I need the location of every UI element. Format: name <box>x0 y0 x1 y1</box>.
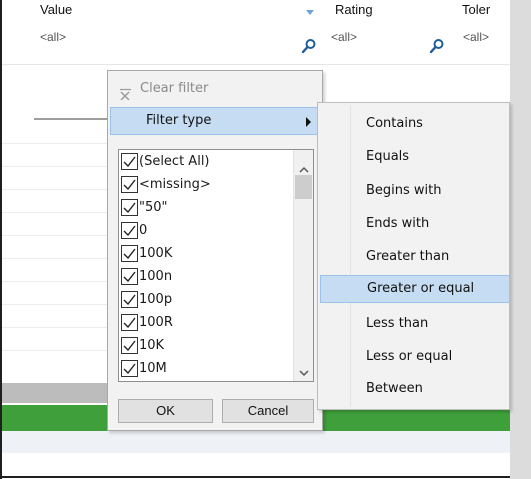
checkbox[interactable] <box>121 176 138 193</box>
checkbox[interactable] <box>121 268 138 285</box>
scrollbar-thumb[interactable] <box>295 175 312 199</box>
menu-item-equals[interactable]: Equals <box>320 143 510 171</box>
column-header-tolerance[interactable]: Toler <box>462 2 490 17</box>
menu-item-greater-than[interactable]: Greater than <box>320 243 510 271</box>
tolerance-filter-input[interactable]: <all> <box>463 30 489 44</box>
submenu-arrow-icon <box>306 117 311 127</box>
grid-line <box>2 281 107 282</box>
filter-type-menu-item[interactable]: Filter type <box>110 107 320 135</box>
grid-line <box>2 304 107 305</box>
window-edge <box>510 0 531 479</box>
list-item-label: <missing> <box>139 177 211 192</box>
checkbox[interactable] <box>121 360 138 377</box>
checkbox[interactable] <box>121 222 138 239</box>
value-checklist[interactable]: (Select All) <missing> "50" 0 100K 100n … <box>118 149 314 382</box>
header-divider <box>2 64 510 65</box>
checklist-scrollbar[interactable] <box>293 150 313 381</box>
grid-line <box>2 350 107 351</box>
filter-type-label: Filter type <box>146 113 212 128</box>
scroll-down-icon[interactable] <box>299 362 309 381</box>
menu-item-begins-with[interactable]: Begins with <box>320 177 510 205</box>
sort-arrow-icon[interactable] <box>306 10 314 15</box>
list-item-label: "50" <box>139 200 168 215</box>
grid-line <box>2 189 107 190</box>
checkbox[interactable] <box>121 153 138 170</box>
checkbox[interactable] <box>121 199 138 216</box>
search-icon[interactable] <box>301 38 317 54</box>
value-filter-input[interactable]: <all> <box>40 30 66 44</box>
menu-item-between[interactable]: Between <box>320 375 510 403</box>
checkbox[interactable] <box>121 291 138 308</box>
menu-item-ends-with[interactable]: Ends with <box>320 210 510 238</box>
grid-line <box>2 212 107 213</box>
list-item-label: 100K <box>139 246 173 261</box>
menu-item-greater-or-equal[interactable]: Greater or equal <box>320 275 510 303</box>
filter-type-submenu: Contains Equals Begins with Ends with Gr… <box>317 102 510 410</box>
column-header-rating[interactable]: Rating <box>335 2 373 17</box>
column-header-value[interactable]: Value <box>40 2 72 17</box>
checkbox[interactable] <box>121 337 138 354</box>
list-item-label: 100n <box>139 269 173 284</box>
checkbox[interactable] <box>121 245 138 262</box>
clear-filter-icon <box>120 83 132 101</box>
grid-line <box>2 327 107 328</box>
grid-line <box>2 166 107 167</box>
filter-popup: Clear filter Filter type (Select All) <m… <box>107 70 323 431</box>
menu-item-less-or-equal[interactable]: Less or equal <box>320 343 510 371</box>
list-item-label: 100R <box>139 315 173 330</box>
list-item-label: 100p <box>139 292 173 307</box>
search-icon[interactable] <box>429 38 445 54</box>
menu-item-contains[interactable]: Contains <box>320 110 510 138</box>
cancel-button[interactable]: Cancel <box>222 399 314 423</box>
grid-divider <box>34 118 108 120</box>
clear-filter-button[interactable]: Clear filter <box>108 75 322 103</box>
clear-filter-label: Clear filter <box>140 81 209 96</box>
list-item-label: 10K <box>139 338 165 353</box>
list-item-label: 10M <box>139 361 167 376</box>
frame-border <box>0 476 510 478</box>
checkbox[interactable] <box>121 314 138 331</box>
frame-border <box>0 0 2 479</box>
ok-button[interactable]: OK <box>118 399 213 423</box>
rating-filter-input[interactable]: <all> <box>331 30 357 44</box>
grid-footer-row <box>2 431 510 453</box>
grid-line <box>2 143 107 144</box>
grid-line <box>2 235 107 236</box>
list-item-label: (Select All) <box>139 154 210 169</box>
menu-item-less-than[interactable]: Less than <box>320 310 510 338</box>
list-item-label: 0 <box>139 223 148 238</box>
grid-line <box>2 258 107 259</box>
